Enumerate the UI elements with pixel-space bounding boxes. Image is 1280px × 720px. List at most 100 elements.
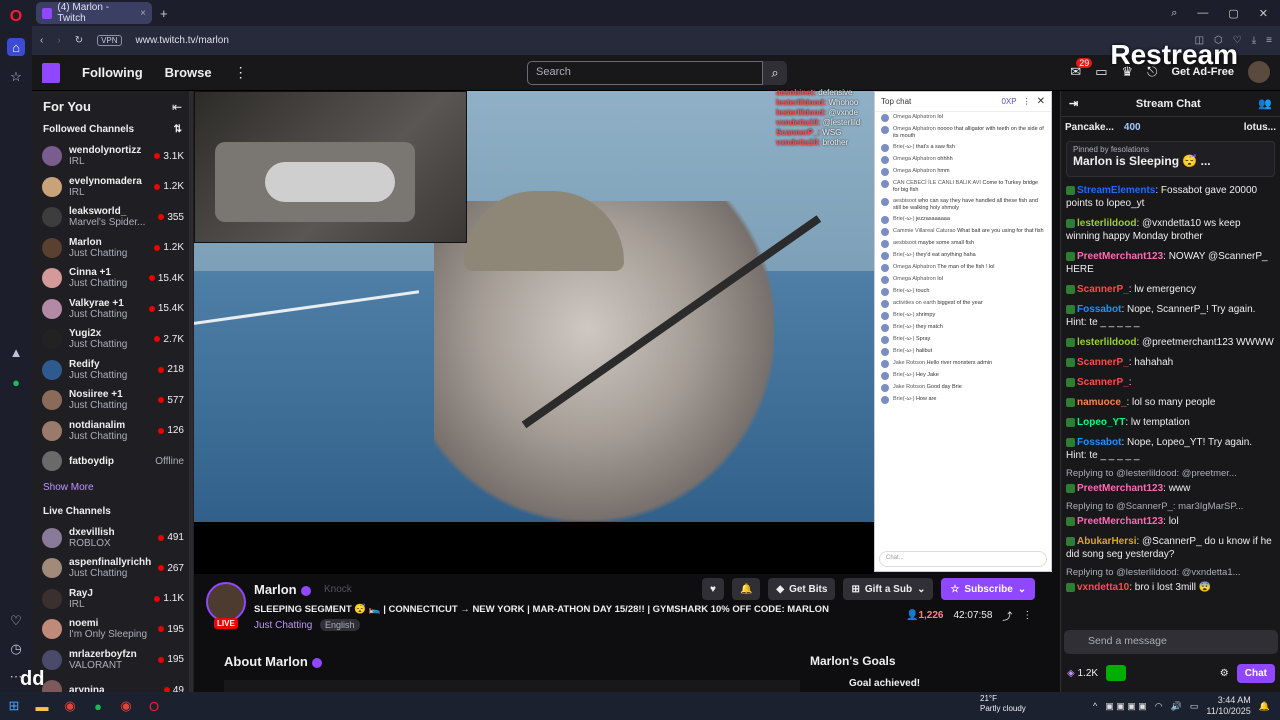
channel-row[interactable]: leaksworld_ Marvel's Spider... 355 <box>32 202 194 233</box>
chat-username[interactable]: AbukarHersi <box>1077 536 1136 547</box>
notifications-button[interactable]: 🔔 <box>731 578 761 600</box>
reply-context[interactable]: Replying to @lesterlildood: @preetmer... <box>1066 466 1275 479</box>
chat-username[interactable]: lesterlildood <box>1077 218 1136 229</box>
file-explorer-icon[interactable]: ▬ <box>28 692 56 720</box>
popup-header[interactable]: Top chat <box>881 97 911 106</box>
tray-chevron-icon[interactable]: ^ <box>1093 701 1097 711</box>
channel-row[interactable]: Valkyrae +1 Just Chatting 15.4K <box>32 294 194 325</box>
channel-row[interactable]: arynina 49 <box>32 675 194 692</box>
chat-username[interactable]: lesterlildood <box>1077 337 1136 348</box>
channel-row[interactable]: noemi I'm Only Sleeping 195 <box>32 614 194 645</box>
download-icon[interactable]: ⤓ <box>1252 35 1256 46</box>
chat-button[interactable]: Chat <box>1236 663 1275 683</box>
chat-username[interactable]: Fossabot <box>1077 437 1121 448</box>
minimize-icon[interactable]: — <box>1197 7 1208 20</box>
share-icon[interactable]: ⤴ <box>1002 608 1012 623</box>
sort-icon[interactable]: ⇅ <box>174 124 182 135</box>
channel-row[interactable]: aspenfinallyrichh Just Chatting 267 <box>32 553 194 584</box>
language-tag[interactable]: English <box>320 619 360 631</box>
menu-icon[interactable]: ≡ <box>1266 35 1272 46</box>
popup-chat-input[interactable]: Chat... <box>879 551 1047 567</box>
chat-username[interactable]: PreetMerchant123 <box>1077 251 1163 262</box>
weather-widget[interactable]: 21°F Partly cloudy <box>980 694 1026 714</box>
stream-category[interactable]: Just Chatting <box>254 620 312 631</box>
start-icon[interactable]: ⊞ <box>0 692 28 720</box>
gift-icon[interactable] <box>1106 665 1127 681</box>
wifi-icon[interactable]: ◠ <box>1155 701 1163 712</box>
new-tab-icon[interactable]: + <box>160 6 168 21</box>
chat-username[interactable]: PreetMerchant123 <box>1077 483 1163 494</box>
chat-username[interactable]: ScannerP_ <box>1077 284 1129 295</box>
follow-heart-button[interactable]: ♥ <box>702 578 724 600</box>
popup-menu-icon[interactable]: ⋮ <box>1023 97 1031 106</box>
search-tabs-icon[interactable]: ⌕ <box>1171 7 1177 20</box>
side-nav-scrollbar[interactable] <box>189 91 193 692</box>
maximize-icon[interactable]: ▢ <box>1228 7 1238 20</box>
channel-row[interactable]: dxevillish ROBLOX 491 <box>32 523 194 554</box>
channel-row[interactable]: Cinna +1 Just Chatting 15.4K <box>32 263 194 294</box>
twitch-logo-icon[interactable] <box>42 62 60 83</box>
more-options-icon[interactable]: ⋮ <box>234 64 248 81</box>
inbox-icon[interactable]: ✉ 29 <box>1070 58 1093 80</box>
more-vert-icon[interactable]: ⋮ <box>1022 610 1032 621</box>
reply-context[interactable]: Replying to @ScannerP_: mar3IgMarSP... <box>1066 499 1275 512</box>
get-ad-free-icon[interactable]: ⎋ <box>1147 64 1157 80</box>
popup-close-icon[interactable]: ✕ <box>1037 96 1045 107</box>
channel-name-text[interactable]: Marlon <box>254 582 297 597</box>
channel-row[interactable]: Yugi2x Just Chatting 2.7K <box>32 324 194 355</box>
channel-row[interactable]: evelynomadera IRL 1.2K <box>32 172 194 203</box>
history-icon[interactable]: ◷ <box>7 640 25 658</box>
chat-username[interactable]: ScannerP_ <box>1077 357 1129 368</box>
channel-row[interactable]: RayJ IRL 1.1K <box>32 584 194 615</box>
subscribe-button[interactable]: ☆ Subscribe ⌄ <box>941 578 1036 600</box>
spotify-taskbar-icon[interactable]: ● <box>84 692 112 720</box>
tray-apps-icon[interactable]: ▣ ▣ ▣ ▣ <box>1105 701 1147 712</box>
forward-icon[interactable]: › <box>57 35 60 46</box>
whispers-icon[interactable]: ▭ <box>1095 64 1107 80</box>
chat-username[interactable]: Lopeo_YT <box>1077 417 1125 428</box>
get-ad-free-button[interactable]: Get Ad-Free <box>1171 66 1234 78</box>
heart-icon[interactable]: ♡ <box>7 612 25 630</box>
show-more-link[interactable]: Show More <box>32 477 194 502</box>
reply-context[interactable]: Replying to @lesterlildood: @vxndetta1..… <box>1066 565 1275 578</box>
home-icon[interactable]: ⌂ <box>7 38 25 56</box>
hype-bar[interactable]: Pancake... 400 lotus... <box>1061 117 1280 137</box>
channel-row[interactable]: Nosiiree +1 Just Chatting 577 <box>32 385 194 416</box>
pinned-message[interactable]: Pinned by fesolations Marlon is Sleeping… <box>1066 141 1275 177</box>
close-tab-icon[interactable]: × <box>140 8 146 19</box>
url-field[interactable]: www.twitch.tv/marlon <box>136 35 229 46</box>
community-icon[interactable]: 👥 <box>1258 97 1272 110</box>
chat-username[interactable]: StreamElements <box>1077 185 1155 196</box>
chat-username[interactable]: PreetMerchant123 <box>1077 516 1163 527</box>
notifications-bell-icon[interactable]: 🔔 <box>1259 701 1270 712</box>
browser-tab[interactable]: (4) Marlon - Twitch × <box>36 2 152 24</box>
chat-username[interactable]: Fossabot <box>1077 304 1121 315</box>
channel-points[interactable]: ◈ 1.2K <box>1067 668 1098 679</box>
channel-row[interactable]: fatboydip Offline <box>32 446 194 477</box>
chat-settings-icon[interactable]: ⚙ <box>1220 668 1229 679</box>
opera-taskbar-icon[interactable]: O <box>140 692 168 720</box>
nav-browse[interactable]: Browse <box>165 65 212 80</box>
crown-icon[interactable]: ♛ <box>1122 64 1134 80</box>
vpn-badge[interactable]: VPN <box>97 35 122 46</box>
send-message-input[interactable]: Send a message <box>1064 630 1278 654</box>
opera-logo-icon[interactable]: O <box>7 8 25 26</box>
volume-icon[interactable]: 🔊 <box>1171 701 1182 712</box>
channel-row[interactable]: mrlazerboyfzn VALORANT 195 <box>32 645 194 676</box>
gift-sub-button[interactable]: ⊞ Gift a Sub ⌄ <box>843 578 934 600</box>
chat-username[interactable]: vxndetta10 <box>1077 582 1129 593</box>
get-bits-button[interactable]: ◆ Get Bits <box>768 578 836 600</box>
collapse-chat-icon[interactable]: ⇥ <box>1069 97 1078 110</box>
search-input[interactable]: Search <box>527 61 763 85</box>
battery-icon[interactable]: ▭ <box>1190 701 1199 712</box>
knock-label[interactable]: Knock <box>324 584 352 595</box>
clock[interactable]: 3:44 AM 11/10/2025 <box>1206 695 1250 717</box>
close-window-icon[interactable]: ✕ <box>1259 7 1268 20</box>
search-icon[interactable]: ⌕ <box>763 61 787 85</box>
channel-row[interactable]: Marlon Just Chatting 1.2K <box>32 233 194 264</box>
chat-username[interactable]: ScannerP_ <box>1077 377 1129 388</box>
channel-name[interactable]: Marlon <box>254 582 311 597</box>
spotify-icon[interactable]: ● <box>7 373 25 391</box>
collapse-icon[interactable]: ⇤ <box>172 100 182 114</box>
app-icon[interactable]: ▲ <box>7 343 25 361</box>
